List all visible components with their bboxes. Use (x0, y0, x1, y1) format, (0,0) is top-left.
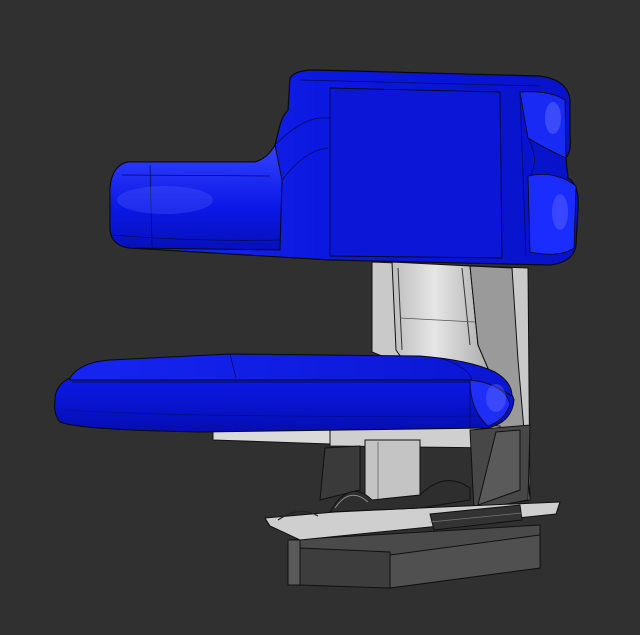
seat-cushion (54, 353, 515, 433)
cad-viewport[interactable] (0, 0, 640, 635)
seat-mount-frame (212, 419, 531, 511)
seat-model (54, 69, 579, 589)
backrest-cushion (109, 69, 579, 266)
